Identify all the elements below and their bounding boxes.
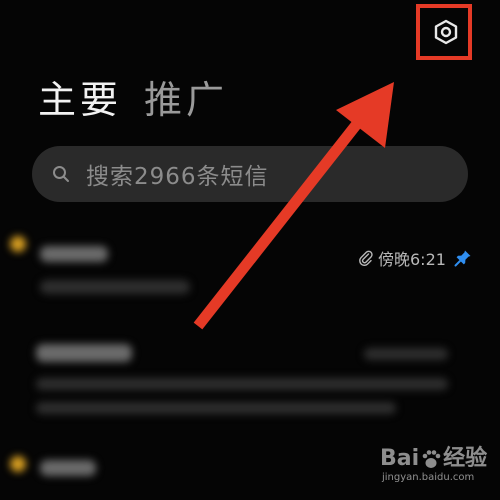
message-time: 傍晚6:21 — [378, 250, 446, 269]
sender-name-blurred — [36, 344, 132, 362]
search-placeholder: 搜索2966条短信 — [86, 164, 269, 190]
message-preview-blurred — [36, 402, 396, 414]
category-tabs: 主要 推广 — [38, 78, 228, 122]
sender-name-blurred — [40, 246, 108, 262]
baidu-jingyan-watermark: Bai 经验 jingyan.baidu.com — [380, 446, 496, 496]
sender-name-blurred — [40, 460, 96, 476]
list-item[interactable] — [0, 322, 500, 432]
time-blurred — [364, 348, 448, 360]
message-preview-blurred — [36, 378, 448, 390]
watermark-url: jingyan.baidu.com — [382, 472, 475, 483]
pin-icon — [454, 249, 472, 267]
paperclip-icon — [358, 250, 374, 266]
watermark-brand: Bai — [380, 446, 420, 471]
settings-button[interactable] — [428, 14, 464, 50]
message-preview-blurred — [40, 280, 190, 294]
list-item[interactable] — [0, 222, 500, 322]
tab-promotion[interactable]: 推广 — [144, 78, 228, 122]
avatar — [10, 456, 26, 472]
search-bar[interactable]: 搜索2966条短信 — [32, 146, 468, 202]
tab-main[interactable]: 主要 — [38, 78, 122, 122]
avatar — [10, 236, 26, 252]
hexagon-settings-icon — [434, 19, 458, 45]
search-icon — [52, 165, 70, 183]
messages-screen: 主要 推广 搜索2966条短信 傍晚6:21 Bai 经验 jingyan.ba… — [0, 0, 500, 500]
baidu-paw-logo — [420, 448, 442, 470]
watermark-brand-suffix: 经验 — [443, 446, 488, 471]
message-meta: 傍晚6:21 — [358, 246, 472, 270]
